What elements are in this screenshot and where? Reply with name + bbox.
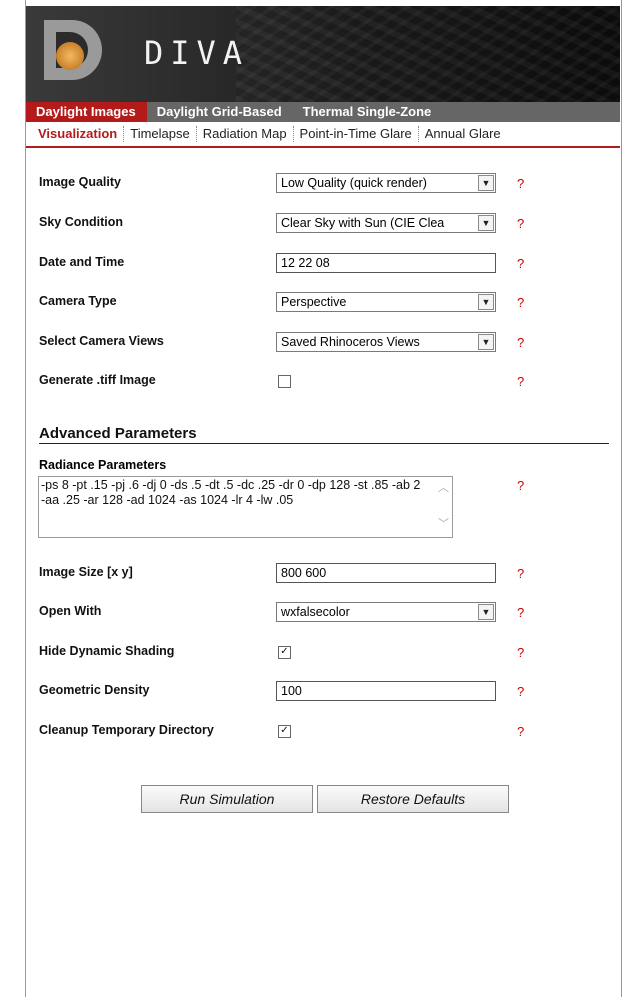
camera-type-label: Camera Type [39, 294, 117, 308]
scroll-down-icon[interactable]: ﹀ [438, 517, 449, 532]
row-date-time: Date and Time 12 22 08 ? [39, 253, 609, 275]
run-simulation-button[interactable]: Run Simulation [141, 785, 313, 813]
radiance-parameters-text: -ps 8 -pt .15 -pj .6 -dj 0 -ds .5 -dt .5… [41, 478, 421, 507]
header-texture [236, 6, 620, 102]
row-open-with: Open With wxfalsecolor ▼ ? [39, 602, 609, 624]
camera-type-value: Perspective [281, 295, 347, 309]
help-icon[interactable]: ? [517, 684, 524, 699]
help-icon[interactable]: ? [517, 645, 524, 660]
tab-timelapse[interactable]: Timelapse [124, 126, 197, 142]
camera-views-value: Saved Rhinoceros Views [281, 335, 420, 349]
open-with-value: wxfalsecolor [281, 605, 350, 619]
tab-daylight-grid-based[interactable]: Daylight Grid-Based [147, 102, 293, 122]
main-tab-bar: Daylight Images Daylight Grid-Based Ther… [26, 102, 620, 122]
generate-tiff-checkbox[interactable] [278, 375, 291, 388]
diva-header-banner: DIVA [26, 6, 620, 102]
open-with-label: Open With [39, 604, 102, 618]
row-camera-views: Select Camera Views Saved Rhinoceros Vie… [39, 332, 609, 354]
app-title: DIVA [144, 34, 250, 72]
help-icon[interactable]: ? [517, 566, 524, 581]
cleanup-label: Cleanup Temporary Directory [39, 723, 214, 737]
generate-tiff-label: Generate .tiff Image [39, 373, 156, 387]
diva-panel: DIVA Daylight Images Daylight Grid-Based… [25, 0, 622, 997]
radiance-parameters-textarea[interactable]: -ps 8 -pt .15 -pj .6 -dj 0 -ds .5 -dt .5… [38, 476, 453, 538]
camera-type-select[interactable]: Perspective ▼ [276, 292, 496, 312]
geo-density-label: Geometric Density [39, 683, 150, 697]
image-quality-label: Image Quality [39, 175, 121, 189]
date-time-label: Date and Time [39, 255, 125, 269]
help-icon[interactable]: ? [517, 335, 524, 350]
help-icon[interactable]: ? [517, 605, 524, 620]
chevron-down-icon[interactable]: ▼ [478, 215, 494, 231]
cleanup-checkbox[interactable]: ✓ [278, 725, 291, 738]
image-quality-select[interactable]: Low Quality (quick render) ▼ [276, 173, 496, 193]
camera-views-select[interactable]: Saved Rhinoceros Views ▼ [276, 332, 496, 352]
tab-point-in-time-glare[interactable]: Point-in-Time Glare [294, 126, 419, 142]
tab-daylight-images[interactable]: Daylight Images [26, 102, 147, 122]
row-image-quality: Image Quality Low Quality (quick render)… [39, 173, 609, 195]
image-size-label: Image Size [x y] [39, 565, 133, 579]
tab-radiation-map[interactable]: Radiation Map [197, 126, 294, 142]
camera-views-label: Select Camera Views [39, 334, 164, 348]
help-icon[interactable]: ? [517, 176, 524, 191]
help-icon[interactable]: ? [517, 295, 524, 310]
row-sky-condition: Sky Condition Clear Sky with Sun (CIE Cl… [39, 213, 609, 235]
chevron-down-icon[interactable]: ▼ [478, 604, 494, 620]
chevron-down-icon[interactable]: ▼ [478, 334, 494, 350]
help-icon[interactable]: ? [517, 216, 524, 231]
image-quality-value: Low Quality (quick render) [281, 176, 427, 190]
radiance-parameters-label: Radiance Parameters [39, 458, 167, 472]
scroll-up-icon[interactable]: ︿ [438, 481, 449, 496]
hide-shading-checkbox[interactable]: ✓ [278, 646, 291, 659]
row-camera-type: Camera Type Perspective ▼ ? [39, 292, 609, 314]
row-geo-density: Geometric Density 100 ? [39, 681, 609, 703]
hide-shading-label: Hide Dynamic Shading [39, 644, 175, 658]
help-icon[interactable]: ? [517, 724, 524, 739]
panel-border-left [25, 0, 26, 997]
row-generate-tiff: Generate .tiff Image ? [39, 371, 609, 393]
row-cleanup: Cleanup Temporary Directory ✓ ? [39, 721, 609, 743]
image-size-input[interactable]: 800 600 [276, 563, 496, 583]
help-icon[interactable]: ? [517, 374, 524, 389]
diva-logo-icon [44, 20, 102, 80]
advanced-parameters-heading: Advanced Parameters [39, 425, 609, 444]
tab-thermal-single-zone[interactable]: Thermal Single-Zone [293, 102, 443, 122]
chevron-down-icon[interactable]: ▼ [478, 175, 494, 191]
sky-condition-select[interactable]: Clear Sky with Sun (CIE Clea ▼ [276, 213, 496, 233]
help-icon[interactable]: ? [517, 478, 524, 493]
geo-density-input[interactable]: 100 [276, 681, 496, 701]
row-image-size: Image Size [x y] 800 600 ? [39, 563, 609, 585]
row-hide-shading: Hide Dynamic Shading ✓ ? [39, 642, 609, 664]
tab-annual-glare[interactable]: Annual Glare [419, 126, 507, 142]
tab-visualization[interactable]: Visualization [26, 126, 125, 142]
sky-condition-label: Sky Condition [39, 215, 124, 229]
textarea-scrollbar[interactable]: ︿ ﹀ [435, 477, 452, 537]
date-time-input[interactable]: 12 22 08 [276, 253, 496, 273]
chevron-down-icon[interactable]: ▼ [478, 294, 494, 310]
sky-condition-value: Clear Sky with Sun (CIE Clea [281, 216, 445, 230]
open-with-select[interactable]: wxfalsecolor ▼ [276, 602, 496, 622]
sub-tab-bar: Visualization Timelapse Radiation Map Po… [26, 122, 620, 148]
help-icon[interactable]: ? [517, 256, 524, 271]
restore-defaults-button[interactable]: Restore Defaults [317, 785, 509, 813]
